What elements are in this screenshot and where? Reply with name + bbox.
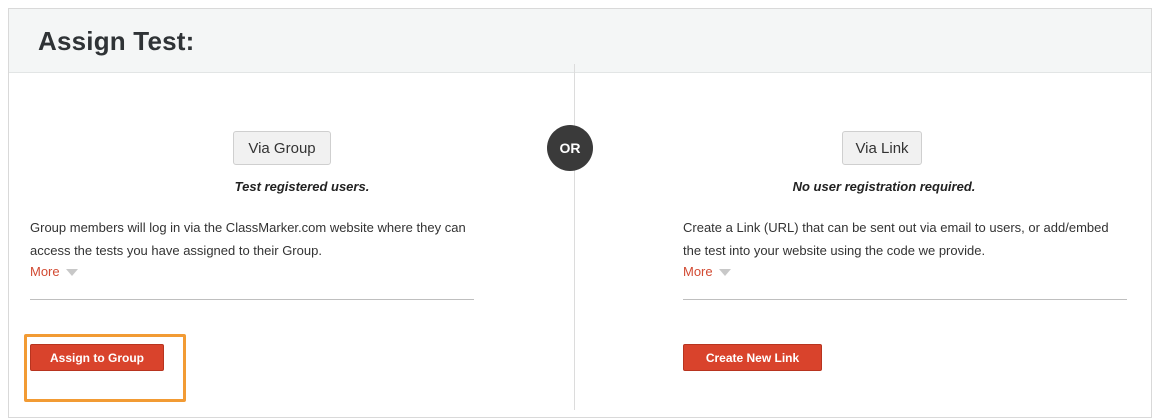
caret-down-icon — [65, 268, 78, 276]
assign-to-group-button[interactable]: Assign to Group — [30, 344, 164, 371]
via-group-more-link[interactable]: More — [30, 264, 78, 279]
section-divider — [30, 299, 474, 300]
via-group-description: Group members will log in via the ClassM… — [30, 220, 466, 258]
via-link-button[interactable]: Via Link — [842, 131, 922, 165]
via-link-more-link[interactable]: More — [683, 264, 731, 279]
via-link-description: Create a Link (URL) that can be sent out… — [683, 220, 1109, 258]
via-group-subtitle: Test registered users. — [234, 179, 370, 194]
via-link-column: Via Link No user registration required. … — [683, 64, 1127, 410]
via-group-column: Via Group Test registered users. Group m… — [30, 64, 474, 410]
more-label: More — [30, 264, 60, 279]
more-label: More — [683, 264, 713, 279]
create-new-link-button[interactable]: Create New Link — [683, 344, 822, 371]
via-group-button[interactable]: Via Group — [233, 131, 331, 165]
section-divider — [683, 299, 1127, 300]
via-link-subtitle: No user registration required. — [792, 179, 976, 194]
caret-down-icon — [718, 268, 731, 276]
column-divider — [574, 64, 575, 410]
page-title: Assign Test: — [38, 26, 195, 56]
or-badge: OR — [547, 125, 593, 171]
